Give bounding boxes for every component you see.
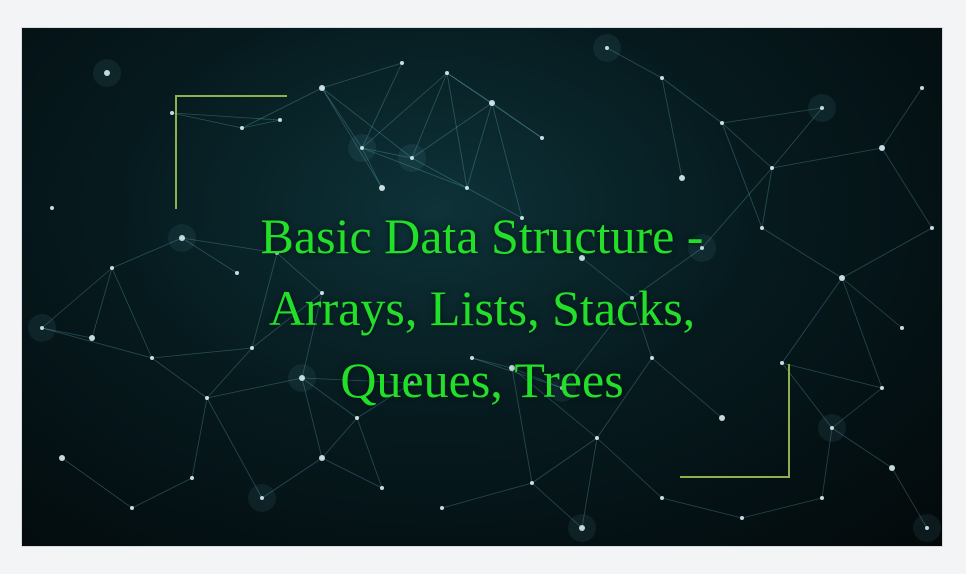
slide: Basic Data Structure - Arrays, Lists, St…: [22, 28, 942, 546]
decorative-frame-top-left: [175, 95, 287, 209]
slide-title: Basic Data Structure - Arrays, Lists, St…: [260, 208, 704, 408]
